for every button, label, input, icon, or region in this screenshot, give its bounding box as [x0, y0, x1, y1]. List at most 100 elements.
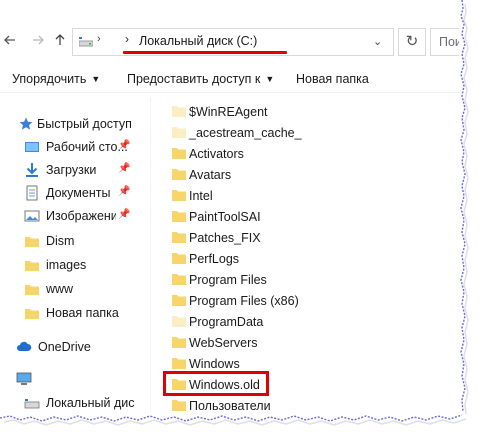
file-row[interactable]: Activators	[168, 144, 428, 165]
nav-item-label: Новая папка	[46, 306, 119, 320]
nav-item-downloads[interactable]: Загрузки 📌	[0, 159, 150, 181]
computer-icon	[16, 372, 32, 385]
folder-icon	[172, 295, 186, 306]
nav-item-new-folder[interactable]: Новая папка	[0, 302, 150, 324]
file-row[interactable]: Intel	[168, 186, 428, 207]
folder-icon	[172, 232, 186, 243]
nav-item-label: OneDrive	[38, 340, 91, 354]
folder-icon	[172, 106, 186, 117]
folder-icon	[172, 253, 186, 264]
file-name: WebServers	[189, 336, 258, 350]
chevron-down-icon[interactable]: ⌄	[373, 35, 382, 48]
folder-icon	[25, 237, 39, 247]
caret-down-icon: ▼	[91, 74, 101, 84]
file-name: Patches_FIX	[189, 231, 261, 245]
chevron-right-icon[interactable]: ›	[97, 33, 101, 45]
folder-icon	[172, 127, 186, 138]
torn-edge-right	[459, 0, 469, 432]
nav-item-label: Документы	[46, 186, 111, 200]
nav-item-label: Рабочий сто...	[46, 140, 128, 154]
folder-icon	[25, 261, 39, 271]
up-button[interactable]	[52, 32, 68, 48]
nav-item-dism[interactable]: Dism	[0, 230, 150, 252]
file-row[interactable]: WebServers	[168, 333, 428, 354]
arrow-up-icon	[55, 34, 65, 45]
file-row[interactable]: Avatars	[168, 165, 428, 186]
red-annotation-underline	[123, 51, 287, 54]
back-button[interactable]	[2, 32, 18, 48]
file-row[interactable]: Program Files	[168, 270, 428, 291]
drive-icon	[24, 399, 40, 409]
refresh-button[interactable]: ↻	[398, 28, 426, 56]
cloud-icon	[17, 341, 32, 351]
nav-item-label: images	[46, 258, 87, 272]
download-icon	[26, 163, 38, 177]
file-name: ProgramData	[189, 315, 264, 329]
address-bar[interactable]: › › Локальный диск (C:) ⌄	[72, 28, 394, 56]
nav-item-www[interactable]: www	[0, 278, 150, 300]
red-annotation-box	[163, 371, 269, 396]
file-row[interactable]: PerfLogs	[168, 249, 428, 270]
nav-item-label: www	[46, 282, 74, 296]
nav-item-onedrive[interactable]: OneDrive	[0, 336, 150, 358]
nav-item-desktop[interactable]: Рабочий сто... 📌	[0, 136, 150, 158]
file-name: PerfLogs	[189, 252, 240, 266]
file-row[interactable]: ProgramData	[168, 312, 428, 333]
file-explorer-window: › › Локальный диск (C:) ⌄ ↻ Поис Упорядо…	[0, 0, 462, 418]
address-path[interactable]: Локальный диск (C:)	[139, 34, 257, 48]
search-input[interactable]: Поис	[430, 28, 462, 56]
address-row: › › Локальный диск (C:) ⌄ ↻ Поис	[0, 24, 462, 60]
nav-item-documents[interactable]: Документы 📌	[0, 182, 150, 204]
folder-icon	[172, 316, 186, 327]
file-row[interactable]: Program Files (x86)	[168, 291, 428, 312]
folder-icon	[172, 190, 186, 201]
file-row[interactable]: _acestream_cache_	[168, 123, 428, 144]
nav-item-label: Загрузки	[46, 163, 97, 177]
pictures-icon	[24, 210, 40, 222]
nav-item-label: Локальный дис	[46, 396, 135, 410]
pin-icon[interactable]: 📌	[118, 186, 130, 198]
file-name: Windows	[189, 357, 240, 371]
caret-down-icon: ▼	[265, 74, 275, 84]
folder-icon	[25, 285, 39, 295]
nav-item-label: Изображени	[46, 209, 116, 223]
pin-icon[interactable]: 📌	[118, 163, 130, 175]
folder-icon	[172, 148, 186, 159]
sort-label: Упорядочить	[12, 72, 87, 86]
nav-item-local-disk[interactable]: Локальный дис	[0, 392, 150, 414]
file-name: $WinREAgent	[189, 105, 268, 119]
nav-item-this-pc[interactable]	[0, 368, 150, 390]
desktop-folder-icon	[25, 142, 39, 152]
divider	[0, 92, 462, 93]
nav-item-pictures[interactable]: Изображени 📌	[0, 205, 150, 227]
navigation-pane: Быстрый доступ Рабочий сто... 📌 Загрузки…	[0, 98, 152, 418]
file-name: Avatars	[189, 168, 232, 182]
chevron-right-icon[interactable]: ›	[125, 32, 129, 46]
nav-item-images[interactable]: images	[0, 254, 150, 276]
file-name: Program Files	[189, 273, 267, 287]
nav-item-quick-access[interactable]: Быстрый доступ	[0, 113, 150, 135]
torn-edge-bottom	[0, 412, 467, 426]
file-name: Activators	[189, 147, 244, 161]
folder-icon	[172, 169, 186, 180]
arrow-right-icon	[33, 35, 44, 45]
refresh-icon: ↻	[405, 33, 419, 50]
pin-icon[interactable]: 📌	[118, 209, 130, 221]
pin-icon[interactable]: 📌	[118, 140, 130, 152]
new-folder-button[interactable]: Новая папка	[296, 72, 369, 86]
file-name: Program Files (x86)	[189, 294, 299, 308]
file-row[interactable]: Patches_FIX	[168, 228, 428, 249]
arrow-left-icon	[4, 35, 15, 45]
file-row[interactable]: $WinREAgent	[168, 102, 428, 123]
share-button[interactable]: Предоставить доступ к ▼	[127, 72, 274, 86]
share-label: Предоставить доступ к	[127, 72, 261, 86]
file-name: PaintToolSAI	[189, 210, 261, 224]
folder-icon	[172, 211, 186, 222]
nav-item-label: Dism	[46, 234, 75, 248]
sort-button[interactable]: Упорядочить ▼	[12, 72, 100, 86]
documents-icon	[26, 185, 38, 201]
folder-icon	[172, 337, 186, 348]
pane-splitter[interactable]	[150, 98, 151, 418]
file-row[interactable]: PaintToolSAI	[168, 207, 428, 228]
forward-button[interactable]	[30, 32, 46, 48]
